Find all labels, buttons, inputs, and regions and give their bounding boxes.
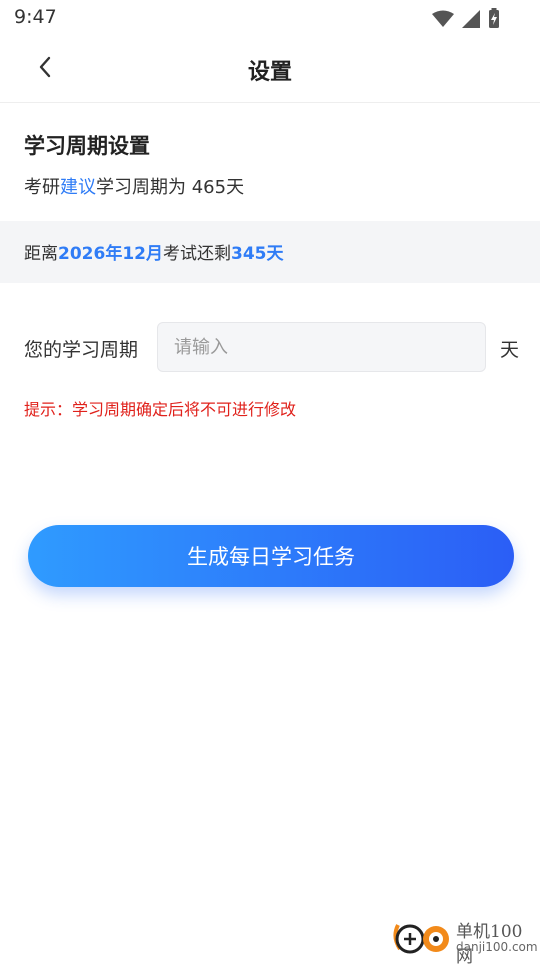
watermark: 单机100网 danji100.com	[390, 915, 538, 967]
days-left: 345天	[230, 244, 284, 264]
battery-charging-icon	[488, 8, 500, 32]
signal-icon	[462, 10, 480, 32]
countdown-middle: 考试还剩	[162, 244, 231, 264]
study-cycle-input[interactable]	[157, 322, 486, 372]
suggest-suffix: 学习周期为 465天	[96, 177, 245, 198]
suggest-link[interactable]: 建议	[60, 177, 96, 198]
watermark-logo-icon	[390, 917, 452, 961]
suggested-cycle-text: 考研建议学习周期为 465天	[24, 173, 244, 199]
generate-daily-tasks-button[interactable]: 生成每日学习任务	[28, 525, 514, 587]
suggest-prefix: 考研	[24, 177, 60, 198]
status-bar: 9:47	[0, 0, 540, 36]
warning-hint: 提示：学习周期确定后将不可进行修改	[24, 400, 297, 419]
app-header: 设置	[0, 36, 540, 103]
unit-label: 天	[500, 339, 520, 361]
countdown-prefix: 距离	[24, 244, 58, 264]
watermark-text-en: danji100.com	[456, 940, 538, 954]
study-cycle-label: 您的学习周期	[24, 339, 139, 361]
countdown-text: 距离2026年12月考试还剩345天	[24, 239, 283, 264]
section-title: 学习周期设置	[24, 134, 150, 158]
status-icons	[432, 8, 500, 32]
wifi-icon	[432, 10, 454, 32]
exam-date: 2026年12月	[58, 244, 163, 264]
page-title: 设置	[247, 60, 292, 85]
exam-countdown-bar: 距离2026年12月考试还剩345天	[0, 221, 540, 283]
status-time: 9:47	[14, 6, 57, 28]
